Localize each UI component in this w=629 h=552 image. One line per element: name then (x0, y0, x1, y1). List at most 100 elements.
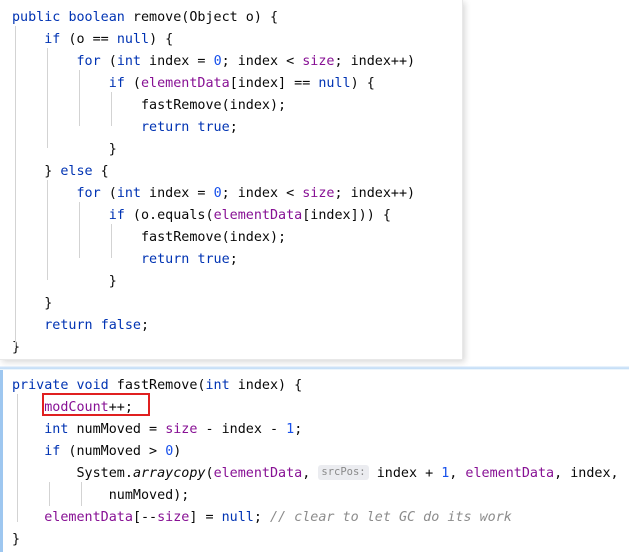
code-token: index = (141, 186, 214, 201)
code-token: (numMoved > (60, 444, 166, 459)
code-token: (o == (60, 32, 117, 47)
code-field: size (157, 510, 190, 525)
code-keyword: return (44, 318, 93, 333)
code-field: elementData (465, 466, 555, 481)
code-token: } (12, 532, 21, 547)
code-field: size (302, 186, 335, 201)
screenshot-root: public boolean remove(Object o) { if (o … (0, 0, 629, 552)
code-token: - index - (197, 422, 287, 437)
indent-guide (79, 202, 80, 258)
indent-guide (111, 92, 112, 126)
indent-guide (15, 26, 16, 346)
code-token: { (92, 164, 109, 179)
code-keyword: if (44, 444, 61, 459)
code-number: 1 (286, 422, 295, 437)
code-token: ; (229, 120, 238, 135)
code-token: ( (100, 54, 117, 69)
code-line: return true; (12, 117, 415, 139)
code-token: , (449, 466, 466, 481)
indent-guide (49, 482, 50, 506)
code-line: } (12, 337, 415, 359)
code-keyword: return (141, 252, 190, 267)
indent-guide (81, 482, 82, 506)
code-keyword: int (116, 54, 141, 69)
code-field: size (302, 54, 335, 69)
indent-guide (111, 224, 112, 258)
code-token: , (302, 466, 319, 481)
code-token: } (44, 296, 53, 311)
code-number: 0 (213, 186, 222, 201)
code-line: System.arraycopy(elementData, srcPos: in… (12, 463, 619, 485)
code-token: fastRemove(index); (141, 230, 287, 245)
code-token: ( (124, 76, 141, 91)
code-line: public boolean remove(Object o) { (12, 7, 415, 29)
code-keyword: if (108, 76, 125, 91)
code-token: (o.equals( (124, 208, 214, 223)
code-token: } (108, 142, 117, 157)
code-token: ) { (149, 32, 174, 47)
code-keyword: void (76, 378, 109, 393)
code-field: elementData (44, 510, 133, 525)
code-keyword: true (197, 252, 230, 267)
code-token: ; index < (221, 186, 303, 201)
code-token: ; index < (221, 54, 303, 69)
code-line: if (elementData[index] == null) { (12, 73, 415, 95)
code-token: fastRemove( (108, 378, 206, 393)
code-token: ) { (350, 76, 375, 91)
code-keyword: for (76, 186, 101, 201)
inlay-hint-srcpos: srcPos: (318, 465, 369, 480)
code-line: } (12, 271, 415, 293)
code-token: index) { (229, 378, 303, 393)
code-token: index + (368, 466, 442, 481)
indent-guide (47, 48, 48, 148)
code-keyword: int (44, 422, 69, 437)
code-line: int numMoved = size - index - 1; (12, 419, 619, 441)
code-line: numMoved); (12, 485, 619, 507)
code-token: ) (173, 444, 182, 459)
code-keyword: if (108, 208, 125, 223)
code-keyword: if (44, 32, 61, 47)
code-token: numMoved); (108, 488, 190, 503)
indent-guide (47, 180, 48, 280)
code-token: index = (141, 54, 214, 69)
code-line: if (numMoved > 0) (12, 441, 619, 463)
code-token: [-- (132, 510, 158, 525)
code-field: elementData (213, 466, 303, 481)
code-line: elementData[--size] = null; // clear to … (12, 507, 619, 529)
code-line: modCount++; (12, 397, 619, 419)
code-field: elementData (141, 76, 230, 91)
code-line: for (int index = 0; index < size; index+… (12, 51, 416, 73)
code-line: } (12, 529, 619, 551)
code-keyword: else (60, 164, 93, 179)
code-token: , index, (554, 466, 619, 481)
code-field: size (165, 422, 198, 437)
code-line: if (o == null) { (12, 29, 415, 51)
code-line: } (12, 293, 415, 315)
code-fragment-remove[interactable]: public boolean remove(Object o) { if (o … (0, 0, 463, 360)
indent-guide (79, 70, 80, 126)
code-keyword: int (116, 186, 141, 201)
code-line: } else { (12, 161, 415, 183)
code-field: modCount (44, 400, 109, 415)
code-token: ; (229, 252, 238, 267)
code-token: } (108, 274, 117, 289)
code-line: fastRemove(index); (12, 227, 415, 249)
code-keyword: for (76, 54, 101, 69)
indent-guide (17, 394, 18, 522)
code-line: return false; (12, 315, 415, 337)
code-fragment-fastremove[interactable]: private void fastRemove(int index) { mod… (0, 370, 629, 552)
code-text-fastremove: private void fastRemove(int index) { mod… (3, 370, 619, 551)
code-keyword: public (12, 10, 61, 25)
code-token: ; index++) (334, 54, 416, 69)
code-token: ( (100, 186, 117, 201)
